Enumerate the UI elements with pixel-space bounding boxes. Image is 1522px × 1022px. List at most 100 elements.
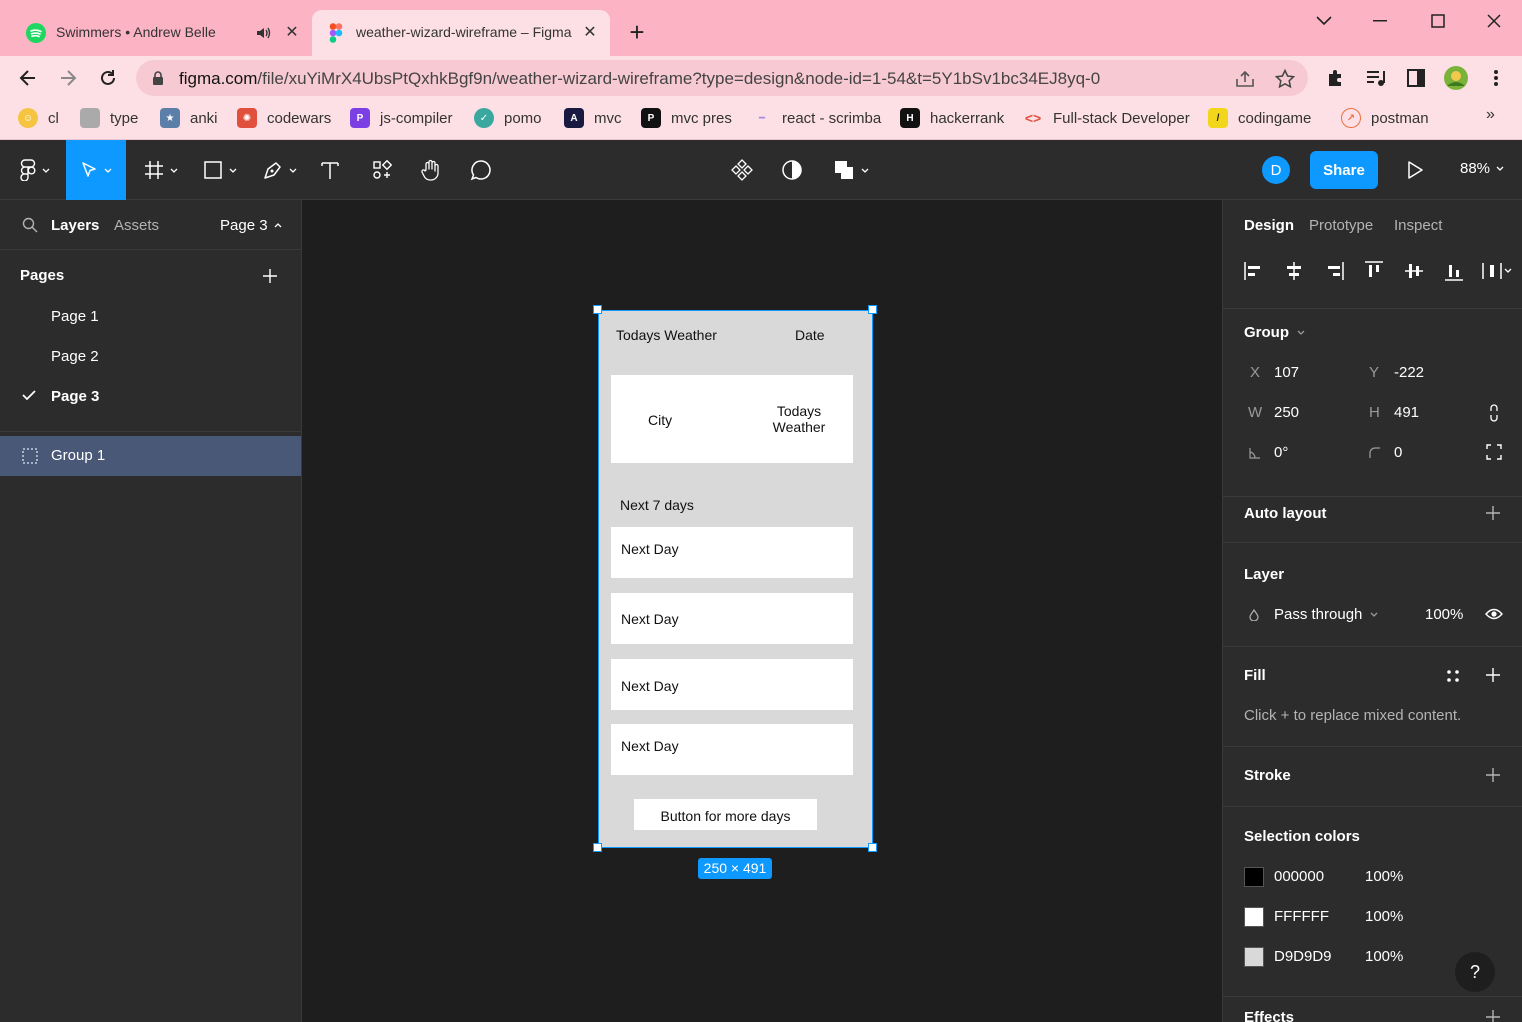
y-input[interactable]: -222 bbox=[1394, 364, 1424, 381]
swatch-black[interactable] bbox=[1244, 867, 1264, 887]
share-button[interactable]: Share bbox=[1310, 151, 1378, 189]
color-hex[interactable]: D9D9D9 bbox=[1274, 948, 1332, 965]
tab-inspect[interactable]: Inspect bbox=[1394, 217, 1442, 234]
day-card-2[interactable]: Next Day bbox=[611, 593, 853, 644]
wireframe-group-1[interactable]: Todays Weather Date City Todays Weather … bbox=[598, 310, 873, 848]
add-page-plus-icon[interactable] bbox=[260, 266, 280, 286]
address-bar[interactable]: figma.com/file/xuYiMrX4UbsPtQxhkBgf9n/we… bbox=[136, 60, 1308, 96]
page-item-2[interactable]: Page 2 bbox=[0, 336, 301, 376]
group-title-dropdown[interactable]: Group bbox=[1244, 324, 1305, 341]
page-item-1[interactable]: Page 1 bbox=[0, 296, 301, 336]
browser-tab-spotify[interactable]: Swimmers • Andrew Belle ✕ bbox=[12, 10, 308, 56]
zoom-dropdown[interactable]: 88% bbox=[1460, 160, 1504, 177]
resize-handle-bottom-left[interactable] bbox=[593, 843, 602, 852]
bookmark-react-scrimba[interactable]: ━ react - scrimba bbox=[752, 107, 881, 129]
bookmark-hackerrank[interactable]: Hhackerrank bbox=[900, 107, 1004, 129]
add-fill-plus-icon[interactable] bbox=[1483, 665, 1503, 685]
day-label[interactable]: Next Day bbox=[621, 611, 679, 627]
shape-tool-button[interactable] bbox=[194, 140, 246, 200]
next-7-days-title[interactable]: Next 7 days bbox=[620, 497, 694, 513]
resize-handle-top-left[interactable] bbox=[593, 305, 602, 314]
search-icon[interactable] bbox=[22, 217, 38, 233]
bookmark-postman[interactable]: ↗ postman bbox=[1341, 107, 1429, 129]
card-city[interactable]: City bbox=[648, 412, 672, 428]
bookmark-mvc-pres[interactable]: Pmvc pres bbox=[641, 107, 732, 129]
more-days-button[interactable]: Button for more days bbox=[634, 799, 817, 830]
independent-corners-icon[interactable] bbox=[1486, 444, 1502, 460]
text-tool-button[interactable] bbox=[314, 140, 346, 200]
page-item-3[interactable]: Page 3 bbox=[0, 376, 301, 416]
new-tab-button[interactable]: + bbox=[624, 19, 650, 46]
rotation-input[interactable]: 0° bbox=[1274, 444, 1288, 461]
resize-handle-bottom-right[interactable] bbox=[868, 843, 877, 852]
align-right-icon[interactable] bbox=[1323, 260, 1345, 282]
bookmark-anki[interactable]: ★ anki bbox=[160, 107, 218, 129]
color-hex[interactable]: 000000 bbox=[1274, 868, 1324, 885]
style-grid-icon[interactable] bbox=[1445, 668, 1461, 684]
layer-row-group-1[interactable]: Group 1 bbox=[0, 436, 301, 476]
page-switcher[interactable]: Page 3 bbox=[220, 217, 282, 234]
add-stroke-plus-icon[interactable] bbox=[1483, 765, 1503, 785]
width-input[interactable]: 250 bbox=[1274, 404, 1299, 421]
corner-radius-input[interactable]: 0 bbox=[1394, 444, 1402, 461]
blend-mode-dropdown[interactable]: Pass through bbox=[1274, 606, 1378, 623]
hand-tool-button[interactable] bbox=[414, 140, 448, 200]
tab-layers[interactable]: Layers bbox=[51, 217, 99, 234]
add-auto-layout-plus-icon[interactable] bbox=[1483, 503, 1503, 523]
header-todays-weather[interactable]: Todays Weather bbox=[616, 327, 717, 343]
eye-visibility-icon[interactable] bbox=[1485, 607, 1503, 621]
layer-opacity-input[interactable]: 100% bbox=[1425, 606, 1463, 623]
day-label[interactable]: Next Day bbox=[621, 541, 679, 557]
maximize-button[interactable] bbox=[1418, 8, 1458, 34]
card-todays-weather[interactable]: Todays Weather bbox=[759, 403, 839, 435]
design-canvas[interactable]: Todays Weather Date City Todays Weather … bbox=[302, 200, 1222, 1022]
move-tool-button[interactable] bbox=[66, 140, 126, 200]
height-input[interactable]: 491 bbox=[1394, 404, 1419, 421]
tab-design[interactable]: Design bbox=[1244, 217, 1294, 234]
color-hex[interactable]: FFFFFF bbox=[1274, 908, 1329, 925]
bookmark-codingame[interactable]: / codingame bbox=[1208, 107, 1311, 129]
today-card[interactable]: City Todays Weather bbox=[611, 375, 853, 463]
forward-button[interactable] bbox=[54, 64, 82, 92]
frame-tool-button[interactable] bbox=[136, 140, 186, 200]
bookmark-pomo[interactable]: ✓ pomo bbox=[474, 107, 542, 129]
day-label[interactable]: Next Day bbox=[621, 678, 679, 694]
boolean-groups-button[interactable] bbox=[828, 140, 874, 200]
bookmark-cl[interactable]: ☺ cl bbox=[18, 107, 59, 129]
align-left-icon[interactable] bbox=[1243, 260, 1265, 282]
distribute-spacing-icon[interactable] bbox=[1481, 260, 1513, 282]
more-bookmarks-chevron[interactable]: » bbox=[1486, 106, 1495, 124]
color-opacity[interactable]: 100% bbox=[1365, 868, 1403, 885]
media-control-icon[interactable] bbox=[1364, 66, 1388, 90]
profile-avatar-icon[interactable] bbox=[1444, 66, 1468, 90]
user-avatar[interactable]: D bbox=[1262, 156, 1290, 184]
resources-tool-button[interactable] bbox=[366, 140, 398, 200]
bookmark-codewars[interactable]: ✺ codewars bbox=[237, 107, 331, 129]
url-text[interactable]: figma.com/file/xuYiMrX4UbsPtQxhkBgf9n/we… bbox=[179, 69, 1100, 89]
back-button[interactable] bbox=[14, 64, 42, 92]
color-opacity[interactable]: 100% bbox=[1365, 948, 1403, 965]
present-button[interactable] bbox=[1398, 140, 1432, 200]
swatch-white[interactable] bbox=[1244, 907, 1264, 927]
pen-tool-button[interactable] bbox=[254, 140, 306, 200]
day-label[interactable]: Next Day bbox=[621, 738, 679, 754]
close-tab-icon[interactable]: ✕ bbox=[282, 23, 302, 43]
minimize-button[interactable] bbox=[1360, 8, 1400, 34]
day-card-3[interactable]: Next Day bbox=[611, 659, 853, 710]
bookmark-type[interactable]: type bbox=[80, 107, 138, 129]
x-input[interactable]: 107 bbox=[1274, 364, 1299, 381]
close-window-button[interactable] bbox=[1474, 8, 1514, 34]
bookmark-star-icon[interactable] bbox=[1274, 68, 1296, 90]
reload-button[interactable] bbox=[94, 64, 122, 92]
tab-assets[interactable]: Assets bbox=[114, 217, 159, 234]
swatch-light-gray[interactable] bbox=[1244, 947, 1264, 967]
comment-tool-button[interactable] bbox=[464, 140, 498, 200]
tab-search-chevron-icon[interactable] bbox=[1304, 8, 1344, 34]
lock-icon[interactable] bbox=[150, 70, 166, 86]
speaker-icon[interactable] bbox=[255, 24, 273, 42]
align-vertical-center-icon[interactable] bbox=[1403, 260, 1425, 282]
components-button[interactable] bbox=[726, 140, 758, 200]
more-days-label[interactable]: Button for more days bbox=[634, 808, 817, 824]
mask-button[interactable] bbox=[776, 140, 808, 200]
browser-tab-figma[interactable]: weather-wizard-wireframe – Figma ✕ bbox=[312, 10, 610, 56]
